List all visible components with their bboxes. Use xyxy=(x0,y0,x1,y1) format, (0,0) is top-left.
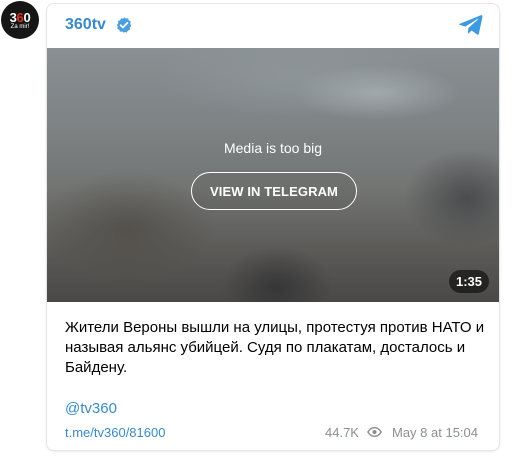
eye-icon xyxy=(367,425,382,439)
telegram-post-widget: 360 Za mir! 360tv Media is too big VIEW … xyxy=(0,0,526,458)
media-preview[interactable]: Media is too big VIEW IN TELEGRAM 1:35 xyxy=(47,48,499,302)
post-header: 360tv xyxy=(47,4,499,48)
channel-name-link[interactable]: 360tv xyxy=(65,16,106,34)
avatar-logo-number: 360 xyxy=(9,10,31,25)
post-date[interactable]: May 8 at 15:04 xyxy=(392,425,478,440)
channel-avatar[interactable]: 360 Za mir! xyxy=(1,1,39,39)
view-count: 44.7K xyxy=(325,425,359,440)
post-message-text: Жители Вероны вышли на улицы, протестуя … xyxy=(65,319,485,376)
video-duration-badge: 1:35 xyxy=(448,270,489,293)
view-in-telegram-button[interactable]: VIEW IN TELEGRAM xyxy=(191,172,357,210)
post-permalink[interactable]: t.me/tv360/81600 xyxy=(65,425,165,440)
media-too-big-message: Media is too big xyxy=(223,140,323,156)
channel-mention-link[interactable]: @tv360 xyxy=(65,400,117,417)
verified-badge-icon xyxy=(115,16,133,34)
post-card: 360tv Media is too big VIEW IN TELEGRAM … xyxy=(46,3,500,451)
telegram-icon[interactable] xyxy=(459,14,483,36)
avatar-logo-subtitle: Za mir! xyxy=(10,24,30,30)
